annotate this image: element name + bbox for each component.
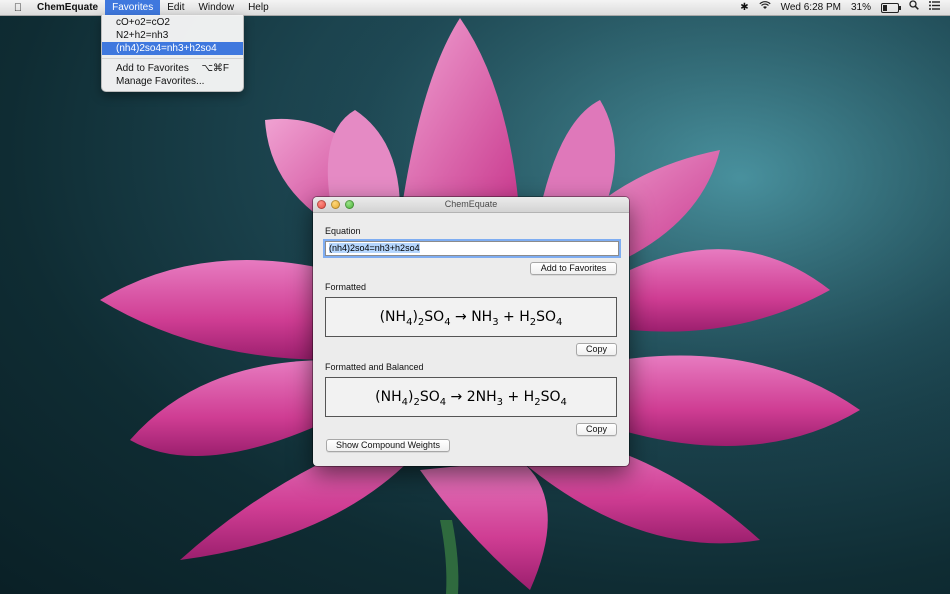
show-compound-weights-button[interactable]: Show Compound Weights xyxy=(326,439,450,452)
zoom-window-icon[interactable] xyxy=(345,200,354,209)
minimize-window-icon[interactable] xyxy=(331,200,340,209)
spotlight-search-icon[interactable] xyxy=(909,0,919,15)
copy-balanced-button[interactable]: Copy xyxy=(576,423,617,436)
manage-favorites-label: Manage Favorites... xyxy=(116,76,205,87)
menu-edit[interactable]: Edit xyxy=(160,0,191,15)
formula-text: SO xyxy=(419,389,440,405)
favorite-item-label: cO+o2=cO2 xyxy=(116,17,170,28)
keyboard-shortcut: ⌥⌘F xyxy=(201,63,229,74)
favorite-item-label: N2+h2=nh3 xyxy=(116,30,169,41)
status-area: ✱ Wed 6:28 PM 31% xyxy=(740,0,950,15)
equation-input-value: (nh4)2so4=nh3+h2so4 xyxy=(329,243,420,253)
favorite-item[interactable]: cO+o2=cO2 xyxy=(102,16,243,29)
menu-bar:  ChemEquate Favorites Edit Window Help … xyxy=(0,0,950,16)
clock-text[interactable]: Wed 6:28 PM xyxy=(781,0,841,15)
add-to-favorites-menu-item[interactable]: Add to Favorites ⌥⌘F xyxy=(102,62,243,75)
formula-text: → 2NH xyxy=(446,389,497,405)
wifi-icon[interactable] xyxy=(758,0,771,15)
formatted-equation-display: (NH4)2SO4 → NH3 + H2SO4 xyxy=(325,297,617,337)
menu-separator xyxy=(102,58,243,59)
close-window-icon[interactable] xyxy=(317,200,326,209)
window-titlebar[interactable]: ChemEquate xyxy=(313,197,629,213)
chemequate-window: ChemEquate Equation (nh4)2so4=nh3+h2so4 … xyxy=(313,197,629,466)
menu-favorites[interactable]: Favorites xyxy=(105,0,161,15)
apple-menu-icon[interactable]:  xyxy=(6,2,30,14)
balanced-equation-text: (NH4)2SO4 → 2NH3 + H2SO4 xyxy=(375,389,567,408)
formatted-balanced-label: Formatted and Balanced xyxy=(325,362,424,372)
menu-window[interactable]: Window xyxy=(191,0,241,15)
formula-text: + H xyxy=(503,389,535,405)
formula-text: + H xyxy=(498,309,530,325)
copy-formatted-button[interactable]: Copy xyxy=(576,343,617,356)
formatted-label: Formatted xyxy=(325,282,367,292)
add-to-favorites-label: Add to Favorites xyxy=(116,63,189,74)
favorite-item[interactable]: N2+h2=nh3 xyxy=(102,29,243,42)
menu-help[interactable]: Help xyxy=(241,0,276,15)
equation-input[interactable]: (nh4)2so4=nh3+h2so4 xyxy=(325,241,619,256)
app-name-menu[interactable]: ChemEquate xyxy=(30,0,105,15)
equation-label: Equation xyxy=(325,226,361,236)
favorite-item-label: (nh4)2so4=nh3+h2so4 xyxy=(116,43,217,54)
manage-favorites-menu-item[interactable]: Manage Favorites... xyxy=(102,75,243,88)
add-to-favorites-button[interactable]: Add to Favorites xyxy=(530,262,617,275)
formula-text: → NH xyxy=(450,309,493,325)
formula-text: (NH xyxy=(379,309,407,325)
window-title: ChemEquate xyxy=(444,199,498,209)
balanced-equation-display: (NH4)2SO4 → 2NH3 + H2SO4 xyxy=(325,377,617,417)
formula-text: SO xyxy=(424,309,445,325)
formula-text: (NH xyxy=(375,389,402,405)
bluetooth-icon[interactable]: ✱ xyxy=(740,0,748,15)
favorite-item-selected[interactable]: (nh4)2so4=nh3+h2so4 xyxy=(102,42,243,55)
formula-text: SO xyxy=(540,389,561,405)
battery-icon[interactable] xyxy=(881,2,901,13)
window-controls xyxy=(317,200,354,209)
formula-subscript: 4 xyxy=(556,317,563,328)
formatted-equation-text: (NH4)2SO4 → NH3 + H2SO4 xyxy=(379,309,563,328)
notification-center-icon[interactable] xyxy=(929,0,940,15)
formula-text: SO xyxy=(536,309,557,325)
battery-percent[interactable]: 31% xyxy=(851,0,871,15)
favorites-dropdown: cO+o2=cO2 N2+h2=nh3 (nh4)2so4=nh3+h2so4 … xyxy=(101,15,244,92)
formula-subscript: 4 xyxy=(560,397,567,408)
